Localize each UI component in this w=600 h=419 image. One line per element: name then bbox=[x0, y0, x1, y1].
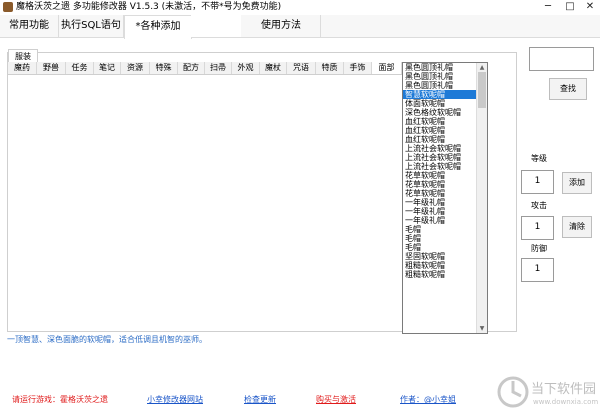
category-tab[interactable]: 资源 bbox=[121, 62, 150, 74]
search-button[interactable]: 查找 bbox=[549, 78, 587, 100]
category-tab[interactable]: 野兽 bbox=[37, 62, 66, 74]
list-item[interactable]: 血红软呢帽 bbox=[403, 117, 487, 126]
tab-common-functions[interactable]: 常用功能 bbox=[0, 15, 59, 37]
clear-button[interactable]: 清除 bbox=[562, 216, 592, 238]
scroll-thumb[interactable] bbox=[478, 72, 486, 108]
category-tab[interactable]: 特质 bbox=[316, 62, 344, 74]
defense-label: 防御 bbox=[531, 244, 547, 253]
category-tab[interactable]: 魔药 bbox=[8, 62, 37, 74]
scroll-down-icon[interactable]: ▼ bbox=[477, 324, 487, 333]
author-link[interactable]: 作者：@小幸姐 bbox=[400, 394, 456, 405]
check-update-link[interactable]: 检查更新 bbox=[244, 394, 276, 405]
listbox-scrollbar[interactable]: ▲ ▼ bbox=[476, 63, 487, 333]
watermark-text: 当下软件园 bbox=[531, 382, 597, 397]
defense-input[interactable]: 1 bbox=[521, 258, 554, 282]
list-item[interactable]: 毛帽 bbox=[403, 234, 487, 243]
scroll-up-icon[interactable]: ▲ bbox=[477, 63, 487, 72]
list-item[interactable]: 上流社会软呢帽 bbox=[403, 162, 487, 171]
list-item[interactable]: 粗糙软呢帽 bbox=[403, 270, 487, 279]
window-title: 魔格沃茨之遗 多功能修改器 V1.5.3 (未激活，不带*号为免费功能) bbox=[16, 2, 282, 12]
category-tab[interactable]: 配方 bbox=[178, 62, 205, 74]
list-item[interactable]: 深色格纹软呢帽 bbox=[403, 108, 487, 117]
list-item[interactable]: 毛帽 bbox=[403, 243, 487, 252]
category-tab[interactable]: 任务 bbox=[66, 62, 94, 74]
list-item[interactable]: 上流社会软呢帽 bbox=[403, 153, 487, 162]
list-item[interactable]: 花草软呢帽 bbox=[403, 189, 487, 198]
list-item[interactable]: 黑色圆顶礼帽 bbox=[403, 63, 487, 72]
category-tab[interactable]: 魔杖 bbox=[260, 62, 287, 74]
title-bar: 魔格沃茨之遗 多功能修改器 V1.5.3 (未激活，不带*号为免费功能) ─ □… bbox=[0, 0, 600, 14]
add-button[interactable]: 添加 bbox=[562, 172, 592, 194]
list-item[interactable]: 黑色圆顶礼帽 bbox=[403, 81, 487, 90]
list-item-selected[interactable]: 智慧软呢帽 bbox=[403, 90, 487, 99]
list-item[interactable]: 血红软呢帽 bbox=[403, 126, 487, 135]
tab-usage[interactable]: 使用方法 bbox=[242, 15, 321, 37]
list-item[interactable]: 一年级礼帽 bbox=[403, 207, 487, 216]
list-item[interactable]: 坚固软呢帽 bbox=[403, 252, 487, 261]
category-tab[interactable]: 手饰 bbox=[344, 62, 372, 74]
attack-input[interactable]: 1 bbox=[521, 216, 554, 240]
list-item[interactable]: 上流社会软呢帽 bbox=[403, 144, 487, 153]
watermark-url: www.downxia.com bbox=[533, 398, 599, 406]
tab-various-add[interactable]: *各种添加 bbox=[124, 15, 192, 39]
search-input[interactable] bbox=[529, 47, 594, 71]
level-input[interactable]: 1 bbox=[521, 170, 554, 194]
list-item[interactable]: 一年级礼帽 bbox=[403, 216, 487, 225]
website-link[interactable]: 小幸修改器网站 bbox=[147, 394, 203, 405]
item-listbox[interactable]: 黑色圆顶礼帽 黑色圆顶礼帽 黑色圆顶礼帽 智慧软呢帽 体面软呢帽 深色格纹软呢帽 血红软呢帽… bbox=[402, 62, 488, 334]
watermark-logo: 当下软件园 www.downxia.com bbox=[495, 372, 599, 416]
list-item[interactable]: 花草软呢帽 bbox=[403, 171, 487, 180]
buy-activate-link[interactable]: 购买与激活 bbox=[316, 394, 356, 405]
category-tab[interactable]: 外观 bbox=[232, 62, 260, 74]
list-item[interactable]: 黑色圆顶礼帽 bbox=[403, 72, 487, 81]
list-item[interactable]: 花草软呢帽 bbox=[403, 180, 487, 189]
list-item[interactable]: 粗糙软呢帽 bbox=[403, 261, 487, 270]
list-item[interactable]: 一年级礼帽 bbox=[403, 198, 487, 207]
tab-execute-sql[interactable]: 执行SQL语句 bbox=[59, 15, 124, 37]
tab-spacer bbox=[191, 15, 241, 37]
close-button[interactable]: ✕ bbox=[578, 0, 600, 14]
category-tab[interactable]: 特殊 bbox=[150, 62, 178, 74]
run-game-link[interactable]: 请运行游戏：霍格沃茨之遗 bbox=[12, 394, 108, 405]
category-tab-selected[interactable]: 面部 bbox=[372, 62, 402, 74]
category-tab[interactable]: 扫帚 bbox=[205, 62, 232, 74]
list-item[interactable]: 毛帽 bbox=[403, 225, 487, 234]
minimize-button[interactable]: ─ bbox=[536, 0, 560, 14]
list-item[interactable]: 体面软呢帽 bbox=[403, 99, 487, 108]
category-tab[interactable]: 笔记 bbox=[94, 62, 121, 74]
category-tab[interactable]: 咒语 bbox=[287, 62, 316, 74]
level-label: 等级 bbox=[531, 154, 547, 163]
attack-label: 攻击 bbox=[531, 201, 547, 210]
app-icon bbox=[3, 2, 13, 12]
item-description: 一顶智慧、深色面脆的软呢帽，适合低调且机智的巫师。 bbox=[7, 335, 207, 344]
list-item[interactable]: 血红软呢帽 bbox=[403, 135, 487, 144]
